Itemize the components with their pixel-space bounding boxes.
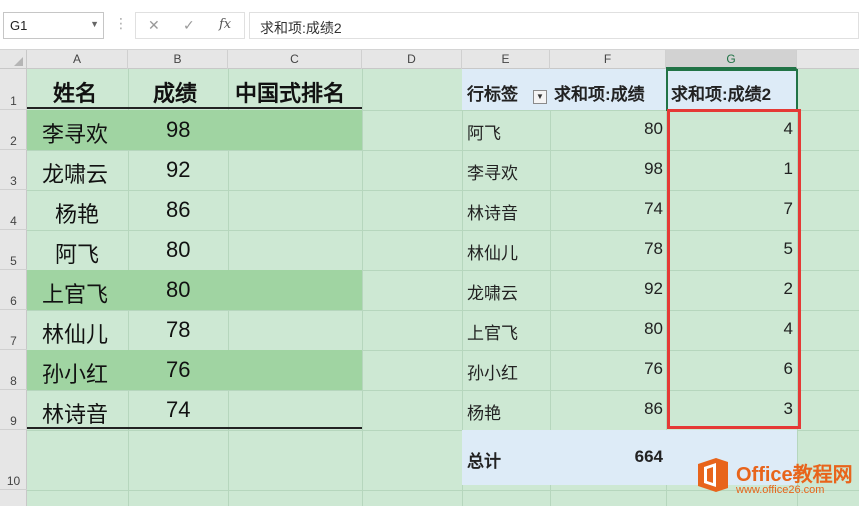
name-box-value[interactable]: G1 — [10, 18, 27, 33]
name-box[interactable]: G1 ▼ — [3, 12, 104, 39]
table-cell-score[interactable]: 92 — [166, 157, 190, 183]
chevron-down-icon[interactable]: ▼ — [90, 19, 99, 29]
filter-dropdown-icon[interactable]: ▼ — [533, 90, 547, 104]
pivot-row-label[interactable]: 阿飞 — [467, 119, 501, 144]
table-cell-name[interactable]: 杨艳 — [55, 197, 99, 229]
table-cell-name[interactable]: 阿飞 — [55, 237, 99, 269]
pivot-row-label[interactable]: 上官飞 — [467, 319, 518, 344]
formula-bar: G1 ▼ ⋮ ✕ ✓ fx 求和项:成绩2 — [0, 0, 859, 50]
pivot-row-label[interactable]: 林诗音 — [467, 199, 518, 224]
pivot-row-sum[interactable]: 74 — [550, 199, 663, 219]
table-cell-name[interactable]: 龙啸云 — [42, 157, 108, 189]
table-cell-score[interactable]: 80 — [166, 277, 190, 303]
pivot-row-sum[interactable]: 78 — [550, 239, 663, 259]
pivot-row-label[interactable]: 杨艳 — [467, 399, 501, 424]
header-rank[interactable]: 中国式排名 — [235, 76, 345, 108]
more-options-icon[interactable]: ⋮ — [114, 15, 128, 32]
table-cell-score[interactable]: 80 — [166, 237, 190, 263]
row-header-3[interactable]: 3 — [0, 150, 27, 190]
enter-icon[interactable]: ✓ — [183, 17, 195, 34]
table-bottom-border — [27, 427, 362, 429]
header-border — [27, 107, 362, 109]
row-header-1[interactable]: 1 — [0, 69, 27, 110]
table-cell-score[interactable]: 86 — [166, 197, 190, 223]
cancel-icon[interactable]: ✕ — [148, 17, 160, 34]
table-cell-name[interactable]: 林诗音 — [42, 397, 108, 429]
column-headers: A B C D E F G — [0, 50, 859, 69]
column-header-g[interactable]: G — [666, 50, 797, 69]
column-header-b[interactable]: B — [128, 50, 228, 69]
formula-input[interactable]: 求和项:成绩2 — [249, 12, 859, 39]
table-cell-score[interactable]: 98 — [166, 117, 190, 143]
header-name[interactable]: 姓名 — [53, 76, 97, 108]
column-header-a[interactable]: A — [27, 50, 128, 69]
office-logo-icon — [698, 458, 728, 492]
row-headers: 1 2 3 4 5 6 7 8 9 10 — [0, 69, 27, 506]
table-cell-score[interactable]: 76 — [166, 357, 190, 383]
pivot-row-label[interactable]: 龙啸云 — [467, 279, 518, 304]
row-header-8[interactable]: 8 — [0, 350, 27, 390]
row-header-4[interactable]: 4 — [0, 190, 27, 230]
table-cell-name[interactable]: 林仙儿 — [42, 317, 108, 349]
pivot-row-label[interactable]: 孙小红 — [467, 359, 518, 384]
active-cell-selection — [666, 69, 798, 111]
highlight-box — [667, 109, 801, 429]
column-header-d[interactable]: D — [362, 50, 462, 69]
row-header-5[interactable]: 5 — [0, 230, 27, 270]
pivot-row-sum[interactable]: 98 — [550, 159, 663, 179]
header-score[interactable]: 成绩 — [153, 76, 197, 108]
pivot-row-sum[interactable]: 80 — [550, 119, 663, 139]
table-cell-score[interactable]: 78 — [166, 317, 190, 343]
pivot-total-value[interactable]: 664 — [550, 447, 663, 467]
pivot-row-sum[interactable]: 86 — [550, 399, 663, 419]
table-cell-name[interactable]: 孙小红 — [42, 357, 108, 389]
row-header-9[interactable]: 9 — [0, 390, 27, 430]
table-cell-name[interactable]: 李寻欢 — [42, 117, 108, 149]
pivot-row-sum[interactable]: 76 — [550, 359, 663, 379]
column-header-e[interactable]: E — [462, 50, 550, 69]
pivot-row-sum[interactable]: 92 — [550, 279, 663, 299]
pivot-header-sum[interactable]: 求和项:成绩 — [554, 80, 645, 105]
pivot-row-label[interactable]: 林仙儿 — [467, 239, 518, 264]
watermark: Office教程网 www.office26.com — [690, 452, 858, 506]
column-header-f[interactable]: F — [550, 50, 666, 69]
row-header-6[interactable]: 6 — [0, 270, 27, 310]
row-header-10[interactable]: 10 — [0, 430, 27, 490]
formula-buttons: ✕ ✓ fx — [135, 12, 245, 39]
pivot-row-sum[interactable]: 80 — [550, 319, 663, 339]
watermark-title: Office教程网 — [736, 464, 853, 486]
pivot-total-label[interactable]: 总计 — [467, 447, 501, 472]
pivot-header-row-label[interactable]: 行标签 — [467, 80, 518, 105]
worksheet-grid[interactable]: 姓名 成绩 中国式排名 李寻欢 98 龙啸云 92 杨艳 86 阿飞 80 上官… — [27, 69, 859, 506]
pivot-row-label[interactable]: 李寻欢 — [467, 159, 518, 184]
row-header-2[interactable]: 2 — [0, 110, 27, 150]
column-header-c[interactable]: C — [228, 50, 362, 69]
row-header-7[interactable]: 7 — [0, 310, 27, 350]
insert-function-icon[interactable]: fx — [219, 17, 231, 32]
table-cell-score[interactable]: 74 — [166, 397, 190, 423]
watermark-url: www.office26.com — [736, 484, 825, 496]
formula-text[interactable]: 求和项:成绩2 — [260, 18, 342, 38]
select-all-button[interactable] — [0, 50, 27, 69]
table-cell-name[interactable]: 上官飞 — [42, 277, 108, 309]
